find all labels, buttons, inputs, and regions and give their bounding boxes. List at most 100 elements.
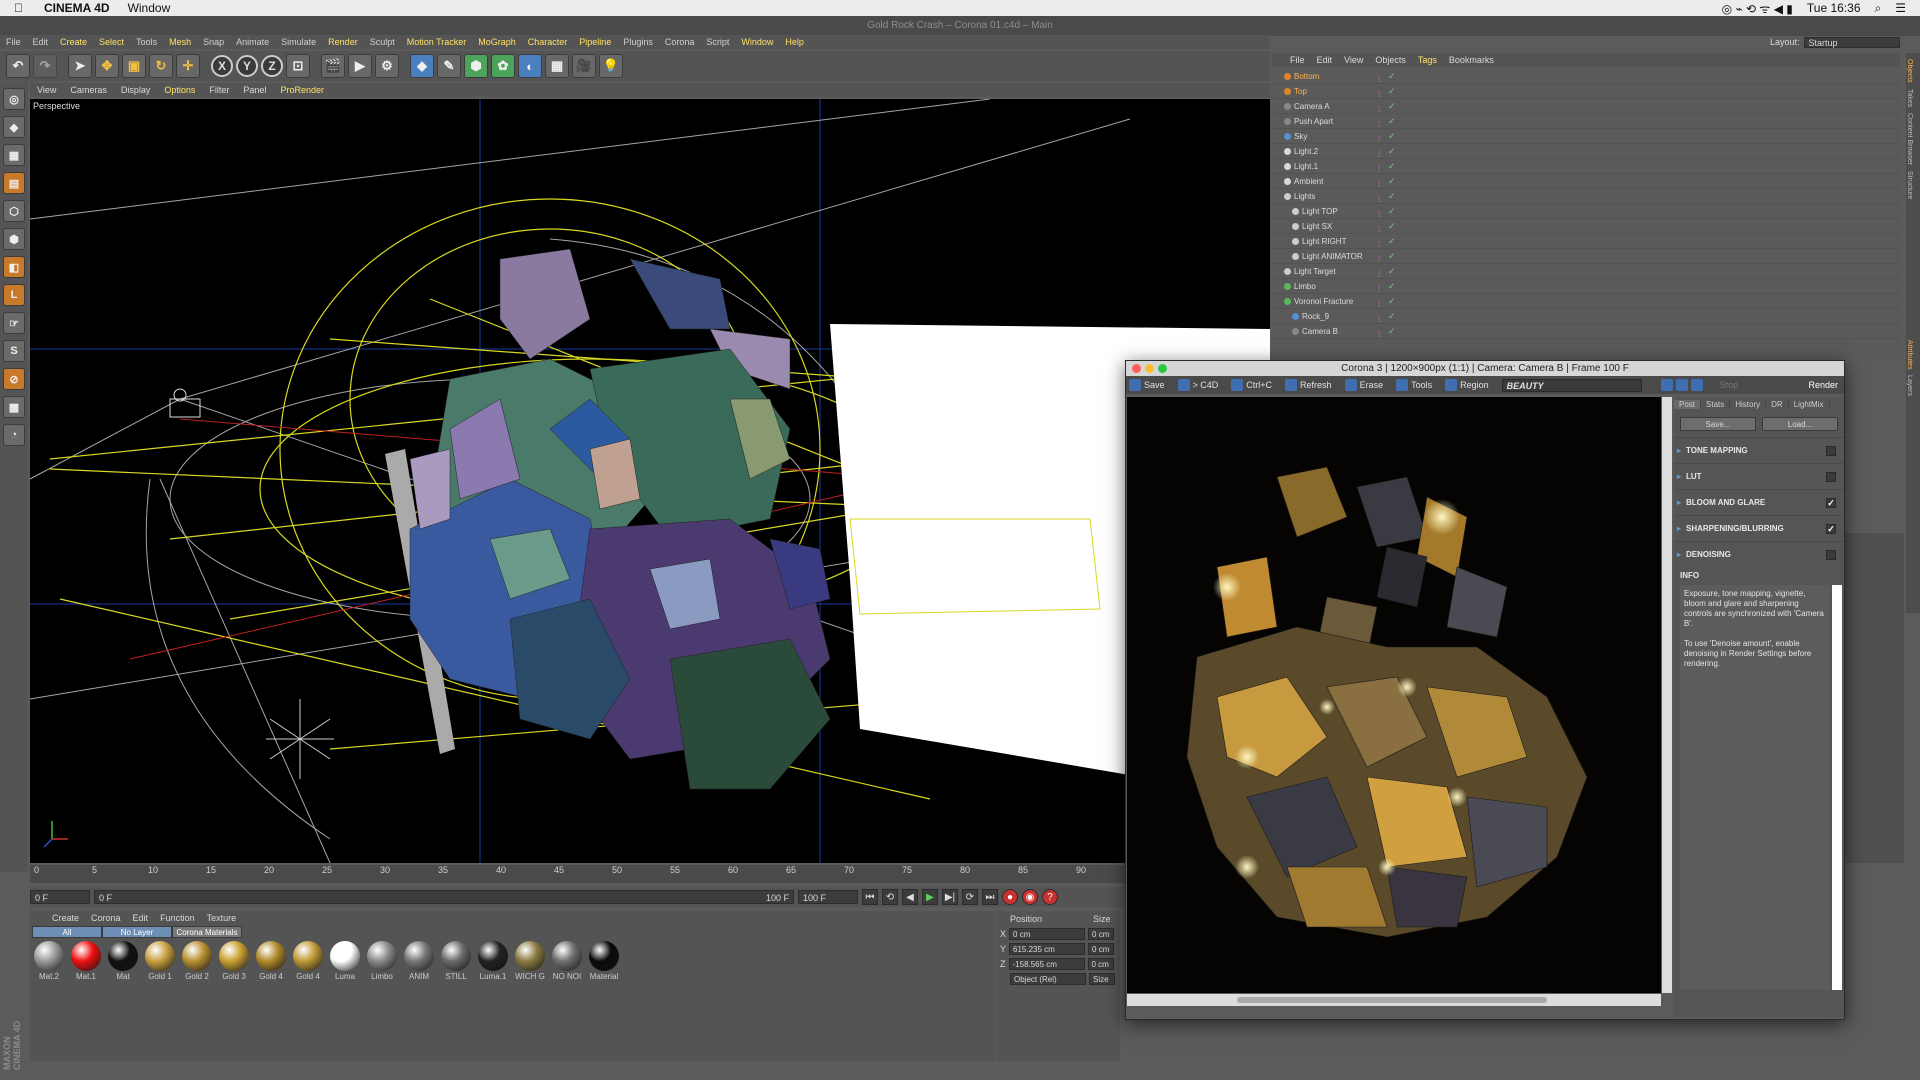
close-icon[interactable]: [1132, 364, 1141, 373]
object-row[interactable]: Ambient ⁞ ✓: [1272, 174, 1900, 189]
transform-icon[interactable]: ✛: [176, 54, 200, 78]
section-checkbox[interactable]: ✓: [1826, 498, 1836, 508]
zoom-out-icon[interactable]: [1675, 379, 1688, 391]
menu-animate[interactable]: Animate: [230, 37, 275, 47]
erase-icon[interactable]: [1344, 379, 1357, 391]
menu-help[interactable]: Help: [779, 37, 810, 47]
obj-menu-edit[interactable]: Edit: [1311, 55, 1339, 65]
mat-tab-nolayer[interactable]: No Layer: [102, 926, 172, 938]
obj-menu-objects[interactable]: Objects: [1369, 55, 1412, 65]
object-row[interactable]: Lights ⁞ ✓: [1272, 189, 1900, 204]
timeline[interactable]: 0 5 10 15 20 25 30 35 40 45 50 55 60 65 …: [30, 865, 1130, 883]
tab-history[interactable]: History: [1730, 399, 1767, 409]
post-section[interactable]: BLOOM AND GLARE ✓: [1674, 489, 1844, 516]
render-vertical-scrollbar[interactable]: [1662, 397, 1672, 993]
make-editable-icon[interactable]: ◎: [3, 88, 25, 110]
mat-menu-function[interactable]: Function: [154, 913, 201, 923]
start-frame-field[interactable]: 0 F: [30, 890, 90, 904]
pos-z-field[interactable]: -158.565 cm: [1008, 957, 1085, 970]
menu-window[interactable]: Window: [735, 37, 779, 47]
material-item[interactable]: Luma: [328, 941, 362, 981]
mat-menu-texture[interactable]: Texture: [201, 913, 243, 923]
subdivision-icon[interactable]: ⬢: [464, 54, 488, 78]
clock[interactable]: Tue 16:36: [1807, 1, 1861, 15]
apple-icon[interactable]: : [14, 1, 28, 15]
enabled-check-icon[interactable]: ✓: [1388, 309, 1396, 324]
object-row[interactable]: Light SX ⁞ ✓: [1272, 219, 1900, 234]
enabled-check-icon[interactable]: ✓: [1388, 114, 1396, 129]
load-preset-button[interactable]: Load...: [1762, 417, 1838, 431]
vp-menu-options[interactable]: Options: [157, 85, 202, 95]
autokey-icon[interactable]: ◉: [1022, 889, 1038, 905]
render-button[interactable]: Render: [1808, 380, 1838, 390]
obj-menu-view[interactable]: View: [1338, 55, 1369, 65]
size-mode-dropdown[interactable]: Size: [1089, 972, 1115, 985]
select-icon[interactable]: ➤: [68, 54, 92, 78]
stop-button[interactable]: Stop: [1720, 380, 1739, 390]
menu-tools[interactable]: Tools: [130, 37, 163, 47]
material-item[interactable]: Luma.1: [476, 941, 510, 981]
axis-mode-icon[interactable]: L: [3, 284, 25, 306]
menu-mesh[interactable]: Mesh: [163, 37, 197, 47]
object-row[interactable]: Sky ⁞ ✓: [1272, 129, 1900, 144]
coord-system-icon[interactable]: ⊡: [286, 54, 310, 78]
material-item[interactable]: ANIM: [402, 941, 436, 981]
zoom-in-icon[interactable]: [1660, 379, 1673, 391]
erase-button[interactable]: Erase: [1360, 380, 1384, 390]
menu-simulate[interactable]: Simulate: [275, 37, 322, 47]
mat-menu-edit[interactable]: Edit: [127, 913, 155, 923]
object-row[interactable]: Light.2 ⁞ ✓: [1272, 144, 1900, 159]
frame-range-slider[interactable]: 0 F 100 F: [94, 890, 794, 904]
obj-menu-tags[interactable]: Tags: [1412, 55, 1443, 65]
coord-mode-dropdown[interactable]: Object (Rel): [1010, 972, 1086, 985]
paint-icon[interactable]: ◔: [3, 424, 25, 446]
vp-menu-display[interactable]: Display: [114, 85, 158, 95]
camera-icon[interactable]: 🎥: [572, 54, 596, 78]
info-scrollbar[interactable]: [1832, 585, 1842, 990]
y-axis-icon[interactable]: Y: [236, 55, 258, 77]
floor-icon[interactable]: ▦: [545, 54, 569, 78]
pen-icon[interactable]: ✎: [437, 54, 461, 78]
z-axis-icon[interactable]: Z: [261, 55, 283, 77]
polygons-mode-icon[interactable]: ◧: [3, 256, 25, 278]
render-pass-dropdown[interactable]: BEAUTY: [1501, 378, 1642, 392]
vp-menu-cameras[interactable]: Cameras: [63, 85, 114, 95]
to-c4d-icon[interactable]: [1177, 379, 1190, 391]
model-mode-icon[interactable]: ◆: [3, 116, 25, 138]
menu-snap[interactable]: Snap: [197, 37, 230, 47]
save-icon[interactable]: [1129, 379, 1141, 391]
enabled-check-icon[interactable]: ✓: [1388, 189, 1396, 204]
grid-icon[interactable]: ▩: [3, 396, 25, 418]
object-row[interactable]: Push Apart ⁞ ✓: [1272, 114, 1900, 129]
material-item[interactable]: Mat.1: [69, 941, 103, 981]
material-item[interactable]: Gold 1: [143, 941, 177, 981]
object-row[interactable]: Light ANIMATOR ⁞ ✓: [1272, 249, 1900, 264]
enabled-check-icon[interactable]: ✓: [1388, 144, 1396, 159]
save-button[interactable]: Save: [1144, 380, 1165, 390]
enabled-check-icon[interactable]: ✓: [1388, 159, 1396, 174]
post-section[interactable]: SHARPENING/BLURRING ✓: [1674, 515, 1844, 542]
object-row[interactable]: Bottom ⁞ ✓: [1272, 69, 1900, 84]
cloner-icon[interactable]: ✿: [491, 54, 515, 78]
enabled-check-icon[interactable]: ✓: [1388, 294, 1396, 309]
render-pv-icon[interactable]: ▶: [348, 54, 372, 78]
tab-lightmix[interactable]: LightMix: [1789, 399, 1830, 409]
goto-start-icon[interactable]: ⏮: [862, 889, 878, 905]
menu-render[interactable]: Render: [322, 37, 364, 47]
side-tab-attributes[interactable]: Attributes: [1906, 340, 1913, 370]
refresh-button[interactable]: Refresh: [1300, 380, 1332, 390]
layout-dropdown[interactable]: Startup: [1803, 36, 1900, 48]
menu-create[interactable]: Create: [54, 37, 93, 47]
pos-y-field[interactable]: 615.235 cm: [1009, 942, 1086, 955]
zoom-fit-icon[interactable]: [1690, 379, 1703, 391]
enabled-check-icon[interactable]: ✓: [1388, 99, 1396, 114]
menu-mograph[interactable]: MoGraph: [472, 37, 522, 47]
enabled-check-icon[interactable]: ✓: [1388, 249, 1396, 264]
tweak-icon[interactable]: ☞: [3, 312, 25, 334]
material-item[interactable]: NO NOI: [550, 941, 584, 981]
material-item[interactable]: Gold 3: [217, 941, 251, 981]
object-row[interactable]: Limbo ⁞ ✓: [1272, 279, 1900, 294]
minimize-icon[interactable]: [1145, 364, 1154, 373]
scale-icon[interactable]: ▣: [122, 54, 146, 78]
enabled-check-icon[interactable]: ✓: [1388, 174, 1396, 189]
